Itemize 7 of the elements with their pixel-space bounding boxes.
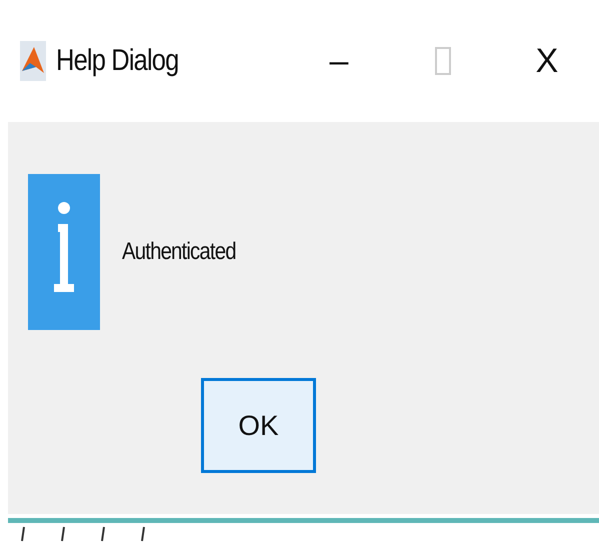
message-text: Authenticated <box>122 238 236 266</box>
window-title: Help Dialog <box>56 44 178 78</box>
app-logo-icon <box>20 41 46 81</box>
info-icon <box>28 174 100 330</box>
ok-button[interactable]: OK <box>201 378 316 473</box>
minimize-button[interactable]: – <box>287 31 391 91</box>
close-button[interactable]: X <box>495 31 599 91</box>
